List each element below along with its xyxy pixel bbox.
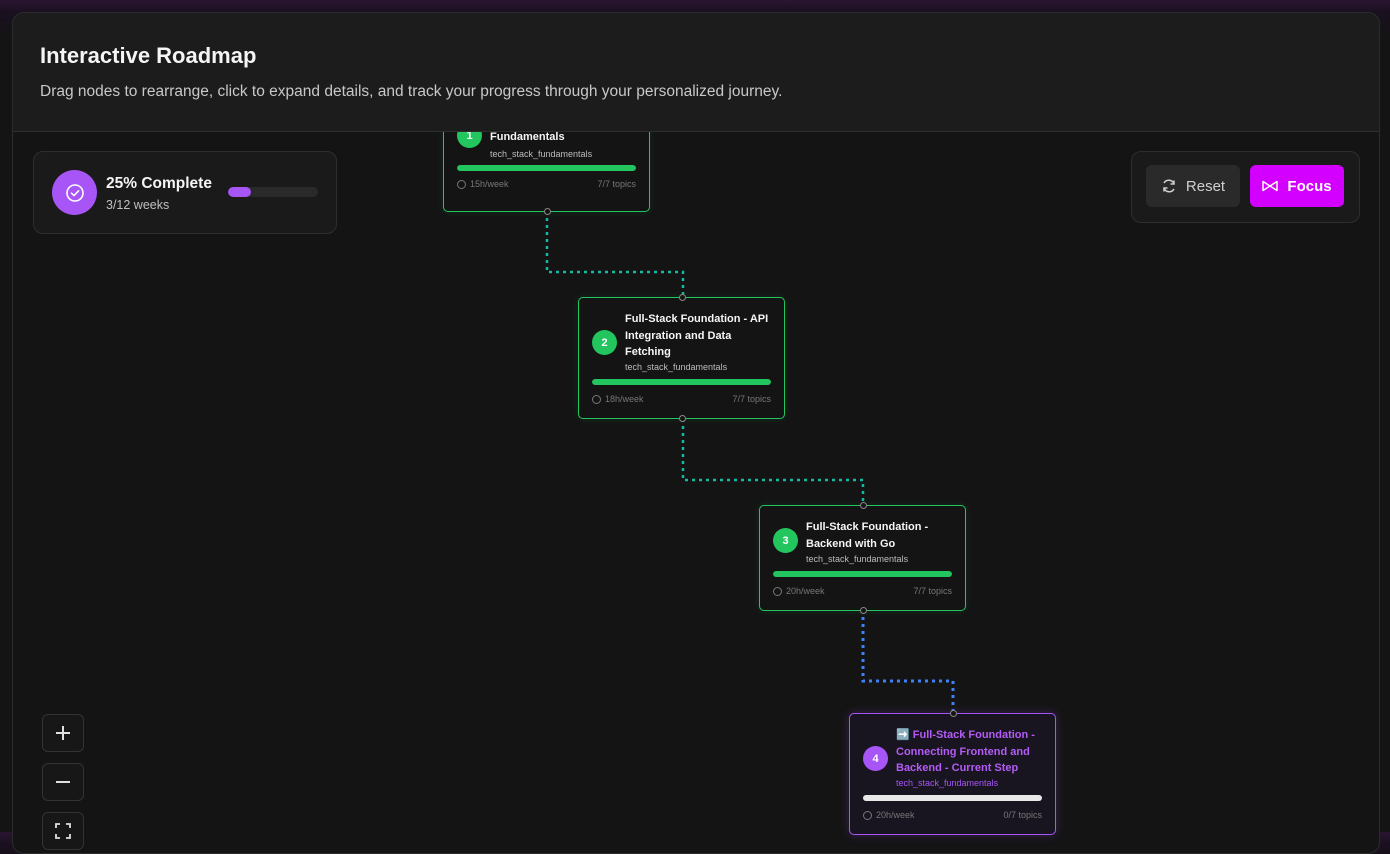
node-meta: 15h/week 7/7 topics <box>457 179 636 189</box>
fit-view-button[interactable] <box>42 812 84 850</box>
node-topics: 7/7 topics <box>597 179 636 189</box>
node-handle-bottom[interactable] <box>859 607 867 614</box>
node-handle-top[interactable] <box>859 502 867 509</box>
zoom-in-button[interactable] <box>42 714 84 752</box>
step-badge: 1 <box>457 132 482 148</box>
node-meta: 20h/week 7/7 topics <box>773 586 952 596</box>
node-handle-top[interactable] <box>678 294 686 301</box>
node-progress-fill <box>773 571 952 577</box>
edge-3-4 <box>861 610 955 714</box>
node-progress-bar <box>863 795 1042 801</box>
bowtie-icon <box>1262 180 1279 192</box>
clock-icon <box>863 810 872 820</box>
clock-icon <box>457 179 466 189</box>
roadmap-canvas[interactable]: 1 Fundamentals tech_stack_fundamentals 1… <box>13 132 1379 853</box>
page-subtitle: Drag nodes to rearrange, click to expand… <box>40 83 783 100</box>
node-title: ➡️ Full-Stack Foundation - Connecting Fr… <box>896 729 1035 774</box>
edges-layer <box>545 211 955 714</box>
focus-button[interactable]: Focus <box>1250 165 1344 207</box>
progress-percent-label: 25% Complete <box>106 175 212 192</box>
node-hours: 18h/week <box>605 394 644 404</box>
node-title: Full-Stack Foundation - API Integration … <box>625 313 769 358</box>
node-topics: 7/7 topics <box>732 394 771 404</box>
node-progress-bar <box>592 379 771 385</box>
node-category: tech_stack_fundamentals <box>896 778 999 788</box>
page-title: Interactive Roadmap <box>40 43 257 68</box>
progress-card: 25% Complete 3/12 weeks <box>33 151 337 234</box>
roadmap-header: Interactive Roadmap Drag nodes to rearra… <box>13 13 1379 132</box>
node-meta: 20h/week 0/7 topics <box>863 810 1042 820</box>
node-progress-bar <box>457 165 636 171</box>
node-handle-top[interactable] <box>949 710 957 717</box>
node-category: tech_stack_fundamentals <box>625 362 728 372</box>
roadmap-node-4-current[interactable]: 4 ➡️ Full-Stack Foundation - Connecting … <box>849 710 1056 835</box>
progress-weeks-label: 3/12 weeks <box>106 198 170 212</box>
node-handle-bottom[interactable] <box>543 208 551 215</box>
reset-label: Reset <box>1185 177 1226 195</box>
roadmap-panel: Interactive Roadmap Drag nodes to rearra… <box>12 12 1380 854</box>
plus-icon <box>56 726 70 740</box>
view-controls: Reset Focus <box>1131 151 1360 223</box>
node-title: Full-Stack Foundation - Backend with Go <box>806 521 929 550</box>
node-hours: 15h/week <box>470 179 509 189</box>
roadmap-node-1[interactable]: 1 Fundamentals tech_stack_fundamentals 1… <box>443 132 650 215</box>
node-hours: 20h/week <box>786 586 825 596</box>
node-topics: 7/7 topics <box>913 586 952 596</box>
node-meta: 18h/week 7/7 topics <box>592 394 771 404</box>
step-badge: 4 <box>863 746 888 771</box>
node-handle-bottom[interactable] <box>678 415 686 422</box>
node-progress-fill <box>457 165 636 171</box>
node-progress-bar <box>773 571 952 577</box>
fit-view-icon <box>55 823 71 839</box>
minus-icon <box>56 781 70 783</box>
reset-button[interactable]: Reset <box>1146 165 1240 207</box>
node-progress-fill <box>592 379 771 385</box>
node-topics: 0/7 topics <box>1003 810 1042 820</box>
node-title: Fundamentals <box>490 132 565 143</box>
step-badge: 3 <box>773 528 798 553</box>
check-circle-icon <box>52 170 97 215</box>
overall-progress-fill <box>228 187 251 197</box>
node-category: tech_stack_fundamentals <box>806 554 909 564</box>
node-category: tech_stack_fundamentals <box>490 149 593 159</box>
node-hours: 20h/week <box>876 810 915 820</box>
roadmap-node-3[interactable]: 3 Full-Stack Foundation - Backend with G… <box>759 502 966 614</box>
roadmap-node-2[interactable]: 2 Full-Stack Foundation - API Integratio… <box>578 294 785 422</box>
clock-icon <box>592 394 601 404</box>
edge-1-2 <box>545 211 685 298</box>
edge-2-3 <box>681 419 865 506</box>
step-badge: 2 <box>592 330 617 355</box>
clock-icon <box>773 586 782 596</box>
overall-progress-bar <box>228 187 318 197</box>
focus-label: Focus <box>1287 177 1332 195</box>
refresh-icon <box>1163 179 1175 193</box>
zoom-out-button[interactable] <box>42 763 84 801</box>
